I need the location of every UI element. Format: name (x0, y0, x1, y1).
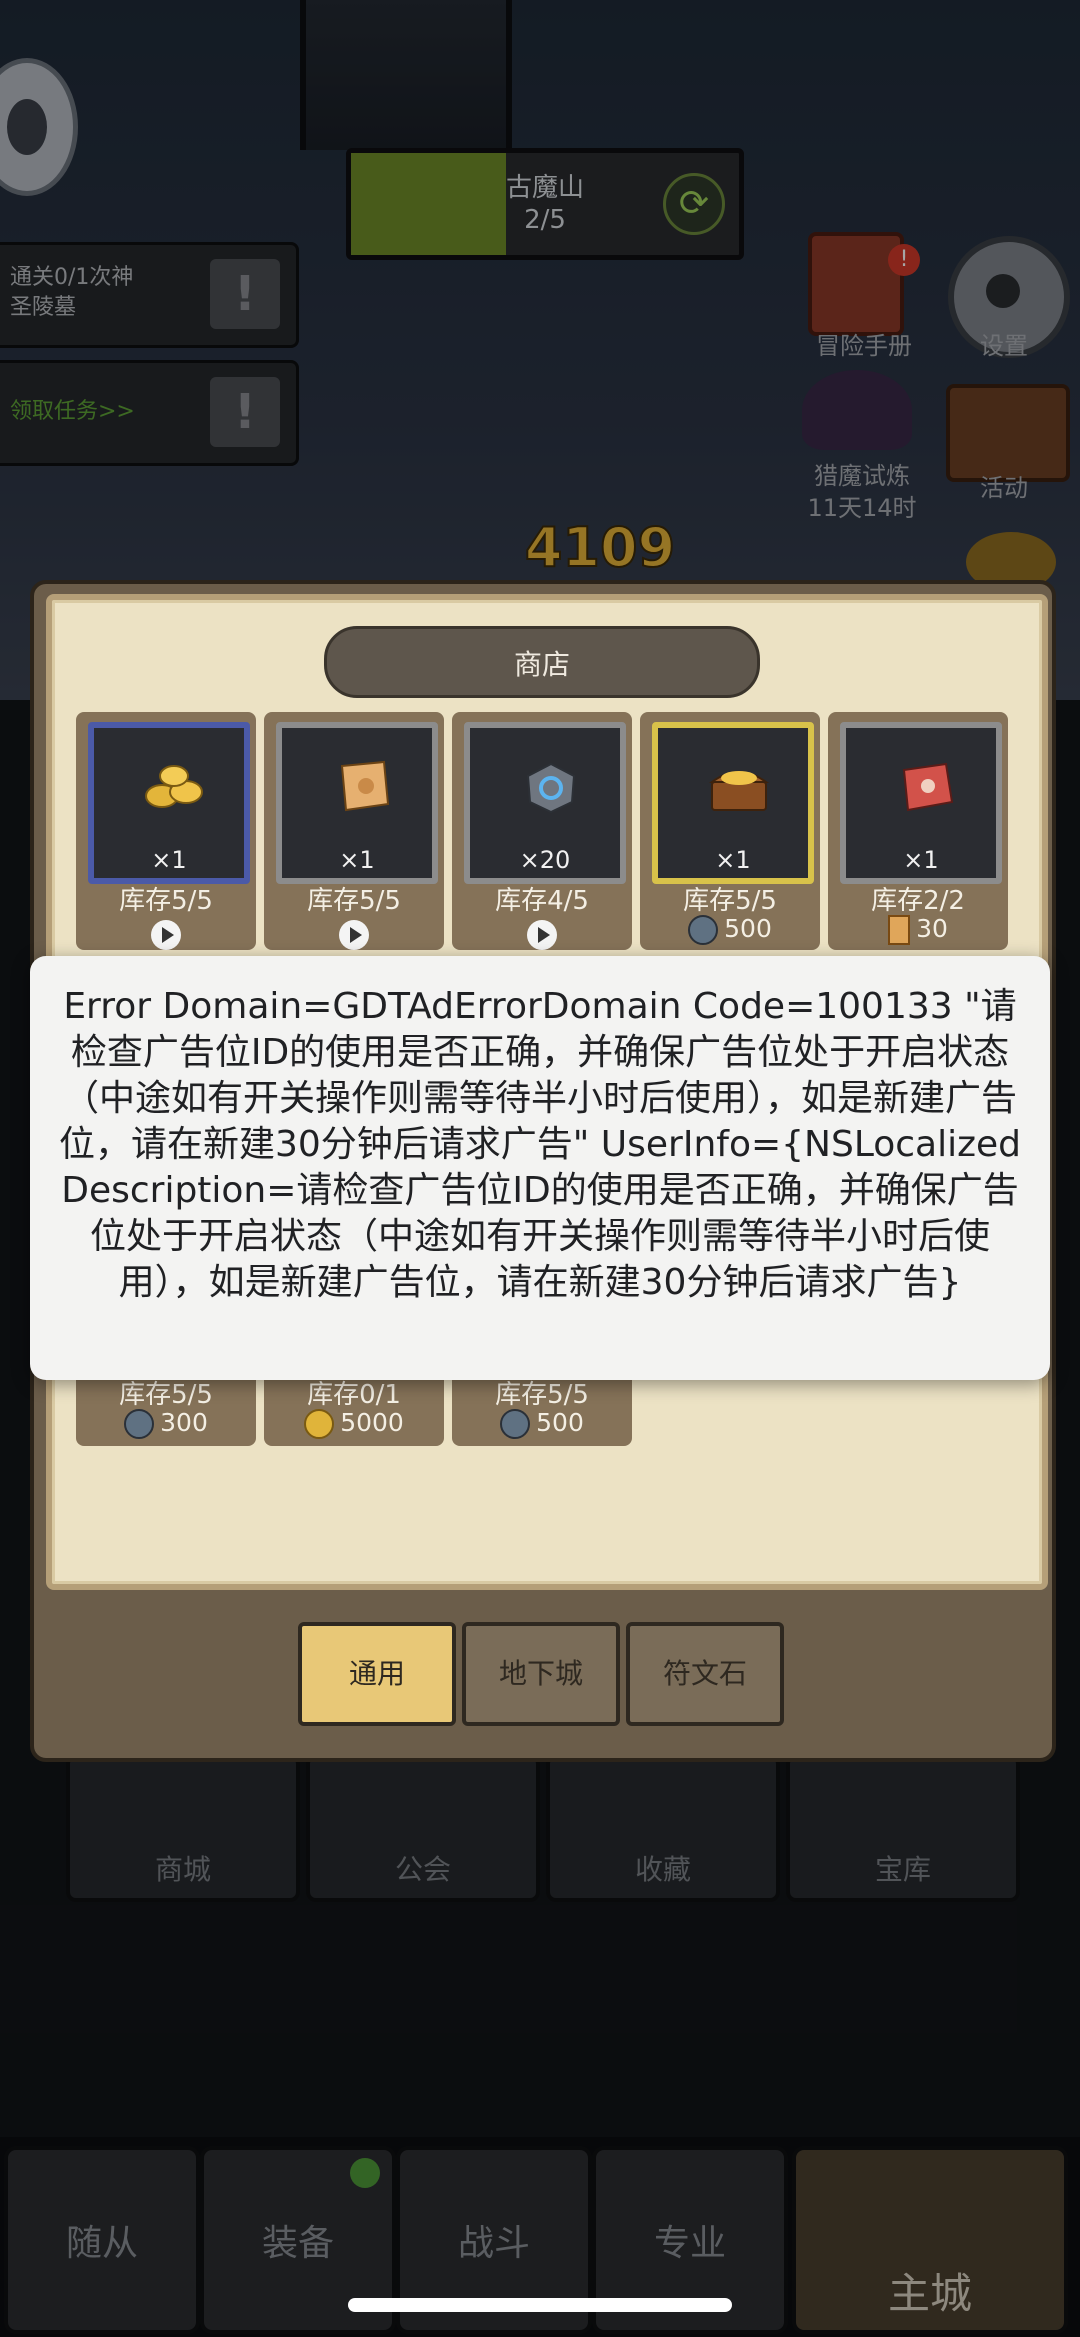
shop-item[interactable]: 库存0/1 5000 (264, 1370, 444, 1446)
shop-item[interactable]: ×1 库存5/5 500 (640, 712, 820, 950)
item-frame: ×1 (88, 722, 250, 884)
red-scroll-icon (902, 762, 954, 812)
item-price[interactable] (452, 914, 632, 950)
item-stock: 库存5/5 (307, 886, 401, 916)
item-price[interactable]: 5000 (264, 1408, 444, 1439)
tab-dungeon[interactable]: 地下城 (462, 1622, 620, 1726)
scroll-icon (340, 760, 390, 812)
scroll-currency-icon (888, 915, 911, 945)
gem-icon (124, 1409, 155, 1439)
video-ad-icon (339, 920, 369, 950)
error-toast: Error Domain=GDTAdErrorDomain Code=10013… (30, 956, 1050, 1380)
item-quantity: ×1 (339, 846, 375, 874)
shop-item[interactable]: ×20 库存4/5 (452, 712, 632, 950)
item-price[interactable]: 500 (452, 1408, 632, 1439)
tab-general[interactable]: 通用 (298, 1622, 456, 1726)
treasure-chest-icon (708, 771, 770, 811)
coin-icon (304, 1409, 335, 1439)
item-frame: ×20 (464, 722, 626, 884)
shop-item[interactable]: 库存5/5 500 (452, 1370, 632, 1446)
item-stock: 库存5/5 (119, 886, 213, 916)
shop-item[interactable]: ×1 库存2/2 30 (828, 712, 1008, 950)
item-stock: 库存2/2 (871, 886, 965, 916)
item-frame: ×1 (652, 722, 814, 884)
gem-icon (500, 1409, 531, 1439)
item-price[interactable]: 500 (640, 914, 820, 945)
shop-title-plate: 商店 (324, 626, 760, 698)
item-quantity: ×1 (715, 846, 751, 874)
item-quantity: ×20 (519, 846, 571, 874)
shop-title: 商店 (513, 648, 570, 681)
item-frame: ×1 (840, 722, 1002, 884)
shop-item[interactable]: ×1 库存5/5 (264, 712, 444, 950)
item-quantity: ×1 (903, 846, 939, 874)
item-price[interactable]: 30 (828, 914, 1008, 945)
gold-coins-icon (145, 765, 203, 808)
error-message: Error Domain=GDTAdErrorDomain Code=10013… (58, 986, 1022, 1303)
item-price[interactable]: 300 (76, 1408, 256, 1439)
item-stock: 库存4/5 (495, 886, 589, 916)
item-price[interactable] (264, 914, 444, 950)
rune-stone-icon (526, 762, 576, 814)
video-ad-icon (151, 920, 181, 950)
item-stock: 库存5/5 (683, 886, 777, 916)
shop-item[interactable]: ×1 库存5/5 (76, 712, 256, 950)
home-indicator[interactable] (348, 2298, 732, 2312)
tab-rune-stone[interactable]: 符文石 (626, 1622, 784, 1726)
shop-item[interactable]: 库存5/5 300 (76, 1370, 256, 1446)
item-quantity: ×1 (151, 846, 187, 874)
gem-icon (688, 915, 719, 945)
video-ad-icon (527, 920, 557, 950)
item-price[interactable] (76, 914, 256, 950)
item-frame: ×1 (276, 722, 438, 884)
